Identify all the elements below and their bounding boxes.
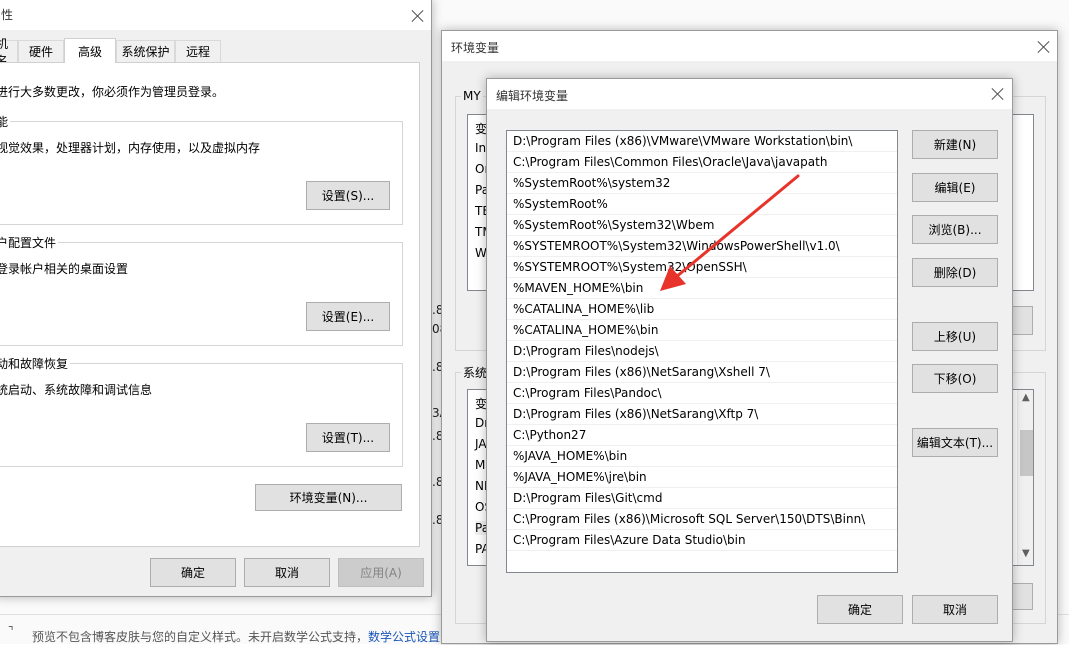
performance-settings-button[interactable]: 设置(S)... [306,181,390,210]
path-list-item[interactable]: %JAVA_HOME%\jre\bin [507,467,897,488]
sysprops-ok-button[interactable]: 确定 [150,558,236,587]
system-variables-group-title: 系统 [461,364,490,381]
button-label: 删除(D) [933,266,977,280]
path-list-item[interactable]: %CATALINA_HOME%\bin [507,320,897,341]
button-label: 编辑文本(T)... [916,436,994,450]
startup-recovery-desc: 统启动、系统故障和调试信息 [0,383,153,397]
environment-variables-button[interactable]: 环境变量(N)... [255,484,402,511]
button-label: 设置(S)... [321,189,375,203]
path-list-item[interactable]: D:\Program Files (x86)\NetSarang\Xshell … [507,362,897,383]
button-label: 下移(O) [933,372,977,386]
sysprops-title: 性 [1,8,14,22]
path-list-item[interactable]: C:\Python27 [507,425,897,446]
path-list-item[interactable]: D:\Program Files\Git\cmd [507,488,897,509]
tab-hardware[interactable]: 硬件 [18,40,64,62]
path-list-body: D:\Program Files (x86)\VMware\VMware Wor… [507,131,897,551]
edit-ok-button[interactable]: 确定 [817,595,903,624]
sysprops-cancel-button[interactable]: 取消 [244,558,330,587]
path-list-item[interactable]: C:\Program Files\Azure Data Studio\bin [507,530,897,551]
delete-button[interactable]: 删除(D) [912,258,998,287]
button-label: 取消 [274,566,299,580]
button-label: 编辑(E) [934,181,976,195]
path-list-item[interactable]: %SystemRoot% [507,194,897,215]
edit-button[interactable]: 编辑(E) [912,173,998,202]
edit-text-button[interactable]: 编辑文本(T)... [912,428,998,457]
close-icon[interactable] [990,86,1006,102]
tab-remote[interactable]: 远程 [175,40,221,62]
list-item[interactable]: JA [475,437,487,451]
browse-button[interactable]: 浏览(B)... [912,215,998,244]
move-down-button[interactable]: 下移(O) [912,364,998,393]
close-icon[interactable] [1036,39,1052,55]
path-list-item[interactable]: %SystemRoot%\system32 [507,173,897,194]
tab-advanced[interactable]: 高级 [64,38,116,63]
sysprops-apply-button: 应用(A) [338,558,424,587]
math-settings-link[interactable]: 数学公式设置 [368,628,440,645]
tab-label: 系统保护 [121,45,170,59]
tab-label: 硬件 [28,45,53,59]
button-label: 新建(N) [933,138,977,152]
path-list-item[interactable]: D:\Program Files (x86)\VMware\VMware Wor… [507,131,897,152]
button-label: 设置(T)... [321,431,375,445]
path-list-item[interactable]: C:\Program Files (x86)\Microsoft SQL Ser… [507,509,897,530]
path-list[interactable]: D:\Program Files (x86)\VMware\VMware Wor… [506,130,898,573]
path-list-item[interactable]: %SystemRoot%\System32\Wbem [507,215,897,236]
envvars-title: 环境变量 [451,41,500,55]
system-properties-window: 性 机名 硬件 高级 系统保护 远程 进行大多数更改，你必须作为管理员登录。 能… [0,0,432,597]
path-list-item[interactable]: %MAVEN_HOME%\bin [507,278,897,299]
tab-label: 远程 [185,45,210,59]
user-profile-desc: 登录帐户相关的桌面设置 [0,262,129,276]
path-list-item[interactable]: %SYSTEMROOT%\System32\OpenSSH\ [507,257,897,278]
bottom-status-text: 预览不包含博客皮肤与您的自定义样式。未开启数学公式支持， [32,630,369,644]
envvars-titlebar [442,31,1057,61]
sysprops-titlebar [0,0,431,30]
button-label: 确定 [180,566,205,580]
button-label: 设置(E)... [321,310,375,324]
startup-settings-button[interactable]: 设置(T)... [306,423,390,452]
vertical-scrollbar[interactable]: ▲ ▼ [1017,390,1033,565]
scrollbar-thumb[interactable] [1020,430,1033,476]
button-label: 浏览(B)... [928,223,982,237]
user-variables-group-title: MY [461,89,483,103]
button-label: 环境变量(N)... [289,491,368,505]
close-icon[interactable] [410,8,426,24]
user-profile-group-title: 户配置文件 [0,234,59,251]
performance-group-title: 能 [0,113,11,130]
bottom-corner-icon: ⌝ [8,624,14,638]
edit-environment-variable-dialog: 编辑环境变量 D:\Program Files (x86)\VMware\VMw… [486,78,1013,642]
startup-recovery-group-title: 动和故障恢复 [0,355,71,372]
new-button[interactable]: 新建(N) [912,130,998,159]
path-list-item[interactable]: %CATALINA_HOME%\lib [507,299,897,320]
path-list-item[interactable]: %SYSTEMROOT%\System32\WindowsPowerShell\… [507,236,897,257]
tab-label: 高级 [77,44,102,59]
move-up-button[interactable]: 上移(U) [912,322,998,351]
edit-cancel-button[interactable]: 取消 [912,595,998,624]
path-list-item[interactable]: %JAVA_HOME%\bin [507,446,897,467]
scroll-up-icon[interactable]: ▲ [1022,392,1030,403]
user-profile-settings-button[interactable]: 设置(E)... [306,302,390,331]
path-list-item[interactable]: C:\Program Files\Common Files\Oracle\Jav… [507,152,897,173]
path-list-item[interactable]: C:\Program Files\Pandoc\ [507,383,897,404]
list-item[interactable]: In [475,141,486,155]
performance-desc: 视觉效果，处理器计划，内存使用，以及虚拟内存 [0,141,261,155]
list-item[interactable]: M [475,458,485,472]
tab-computer-name[interactable]: 机名 [0,37,18,68]
admin-note: 进行大多数更改，你必须作为管理员登录。 [0,85,225,99]
tab-system-protection[interactable]: 系统保护 [116,40,175,62]
edit-title: 编辑环境变量 [496,89,569,103]
button-label: 应用(A) [360,566,402,580]
scroll-down-icon[interactable]: ▼ [1022,548,1030,559]
tab-content-panel: 进行大多数更改，你必须作为管理员登录。 能 视觉效果，处理器计划，内存使用，以及… [0,62,420,547]
path-list-item[interactable]: D:\Program Files (x86)\NetSarang\Xftp 7\ [507,404,897,425]
button-label: 上移(U) [933,330,977,344]
button-label: 确定 [847,603,872,617]
button-label: 取消 [942,603,967,617]
path-list-item[interactable]: D:\Program Files\nodejs\ [507,341,897,362]
